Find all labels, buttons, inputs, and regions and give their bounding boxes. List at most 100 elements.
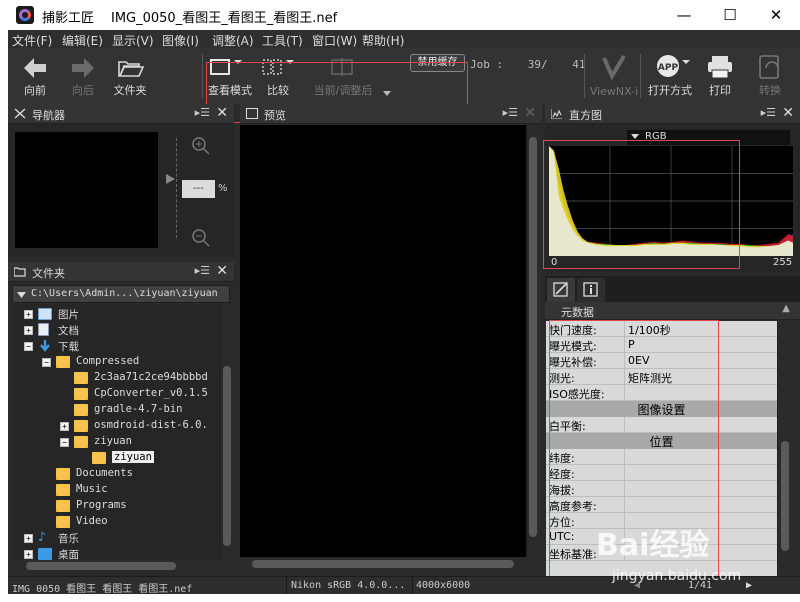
compare-button[interactable]: 比较: [256, 48, 300, 104]
expand-toggle-icon[interactable]: +: [24, 326, 33, 335]
disable-cache-button[interactable]: 禁用缓存: [410, 54, 465, 72]
print-button[interactable]: 打印: [698, 48, 742, 104]
metadata-divider: [624, 465, 625, 481]
tree-item-label: Programs: [76, 499, 127, 511]
preview-vscrollbar[interactable]: [526, 125, 540, 557]
current-adjusted-button[interactable]: 当前/调整后: [304, 48, 382, 104]
convert-button[interactable]: 转换: [748, 48, 792, 104]
scroll-up-icon[interactable]: ▲: [782, 303, 790, 314]
metadata-key: 测光:: [549, 372, 575, 385]
menu-edit[interactable]: 编辑(E): [62, 32, 103, 49]
close-icon[interactable]: ✕: [216, 105, 228, 121]
scrollbar-thumb[interactable]: [781, 441, 789, 551]
menu-adjust[interactable]: 调整(A): [212, 32, 254, 49]
scrollbar-thumb[interactable]: [529, 137, 537, 537]
prev-image-icon[interactable]: ◀: [634, 580, 640, 591]
folder-path-dropdown[interactable]: C:\Users\Admin...\ziyuan\ziyuan: [12, 285, 230, 303]
metadata-value: 矩阵测光: [628, 372, 672, 385]
expand-toggle-icon[interactable]: +: [24, 534, 33, 543]
zoom-out-icon[interactable]: [191, 228, 211, 248]
folder-tree-hscrollbar[interactable]: [12, 560, 220, 574]
menu-help[interactable]: 帮助(H): [362, 32, 404, 49]
folder-tree-scrollbar[interactable]: [220, 304, 234, 560]
close-window-button[interactable]: ✕: [753, 0, 799, 30]
menu-file[interactable]: 文件(F): [12, 32, 52, 49]
x-tick-label: 255: [773, 257, 793, 268]
maximize-button[interactable]: ☐: [707, 0, 753, 30]
expand-toggle-icon[interactable]: −: [24, 342, 33, 351]
scrollbar-thumb[interactable]: [26, 562, 176, 570]
zoom-in-icon[interactable]: [191, 136, 211, 156]
tree-item-label: Documents: [76, 467, 133, 479]
tab-adjust[interactable]: [547, 278, 575, 302]
forward-label: 向后: [72, 84, 94, 97]
convert-label: 转换: [759, 84, 781, 97]
navigator-panel: --- %: [8, 124, 234, 256]
edit-icon: [553, 282, 568, 297]
menu-tools[interactable]: 工具(T): [262, 32, 303, 49]
forward-button[interactable]: 向后: [60, 48, 106, 104]
compare-icon: [262, 59, 294, 75]
job-counter: Job : 39/ 41: [470, 58, 586, 71]
scrollbar-thumb[interactable]: [252, 560, 514, 568]
preview-image-area[interactable]: [240, 125, 526, 557]
convert-icon: [759, 55, 779, 79]
title-bar: 捕影工匠 IMG_0050_看图王_看图王_看图王.nef — ☐ ✕: [8, 0, 800, 30]
metadata-scrollbar[interactable]: [777, 321, 793, 576]
metadata-key: 曝光补偿:: [549, 356, 597, 369]
zoom-percent-field[interactable]: ---: [182, 180, 215, 198]
panel-menu-icon[interactable]: ▸☰: [195, 106, 210, 119]
chevron-down-icon: [17, 292, 26, 298]
expand-toggle-icon[interactable]: +: [24, 310, 33, 319]
folder-button[interactable]: 文件夹: [106, 48, 154, 104]
metadata-key: 白平衡:: [549, 420, 586, 433]
metadata-section-label: 图像设置: [637, 403, 686, 417]
scrollbar-thumb[interactable]: [223, 366, 231, 546]
chevron-down-icon[interactable]: [382, 90, 392, 98]
expand-toggle-icon[interactable]: −: [42, 358, 51, 367]
viewnx-button[interactable]: ViewNX-i: [588, 48, 640, 104]
view-mode-button[interactable]: 查看模式: [204, 48, 256, 104]
status-divider: [412, 577, 413, 595]
metadata-key: 方位:: [549, 516, 575, 529]
next-image-icon[interactable]: ▶: [746, 580, 752, 591]
expand-toggle-icon[interactable]: +: [24, 550, 33, 559]
tree-item-label: Music: [76, 483, 108, 495]
metadata-row: ISO感光度:: [546, 385, 777, 401]
navigator-thumbnail[interactable]: [15, 132, 158, 248]
expand-toggle-icon[interactable]: +: [60, 422, 69, 431]
open-with-button[interactable]: APP 打开方式: [644, 48, 696, 104]
tree-item-label: gradle-4.7-bin: [94, 403, 183, 415]
zoom-slider-handle[interactable]: [166, 174, 176, 184]
tree-item-label: 音乐: [58, 533, 79, 545]
menu-image[interactable]: 图像(I): [162, 32, 199, 49]
back-button[interactable]: 向前: [12, 48, 58, 104]
metadata-row: 曝光模式: P: [546, 337, 777, 353]
close-icon[interactable]: ✕: [216, 263, 228, 279]
panel-menu-icon[interactable]: ▸☰: [195, 264, 210, 277]
histogram-icon: [551, 109, 562, 119]
histogram-channel-select[interactable]: RGB: [627, 130, 790, 145]
folders-title: 文件夹: [32, 267, 65, 280]
menu-window[interactable]: 窗口(W): [312, 32, 357, 49]
metadata-row: 快门速度: 1/100秒: [546, 321, 777, 337]
menu-view[interactable]: 显示(V): [112, 32, 154, 49]
metadata-key: UTC:: [549, 530, 575, 543]
app-logo-icon: [16, 6, 34, 24]
zoom-slider-track[interactable]: [176, 138, 177, 238]
close-icon[interactable]: ✕: [524, 105, 536, 121]
preview-hscrollbar[interactable]: [240, 558, 526, 572]
navigator-header: 导航器 ▸☰ ✕: [8, 104, 234, 124]
close-icon[interactable]: ✕: [782, 105, 794, 121]
expand-toggle-icon[interactable]: −: [60, 438, 69, 447]
tree-item-label: Video: [76, 515, 108, 527]
tree-item-label: 图片: [58, 309, 79, 321]
metadata-divider: [624, 353, 625, 369]
metadata-value: 1/100秒: [628, 324, 671, 337]
panel-menu-icon[interactable]: ▸☰: [761, 106, 776, 119]
tree-item-label: 桌面: [58, 549, 79, 560]
panel-menu-icon[interactable]: ▸☰: [503, 106, 518, 119]
minimize-button[interactable]: —: [661, 0, 707, 30]
tree-item-label: Compressed: [76, 355, 140, 367]
tab-info[interactable]: [577, 278, 605, 302]
